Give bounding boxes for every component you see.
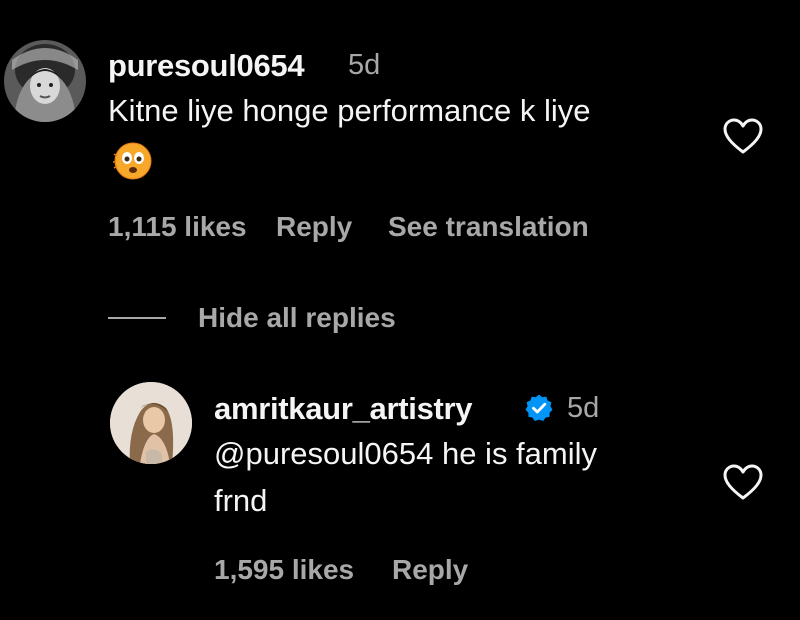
verified-badge-icon bbox=[524, 393, 554, 423]
see-translation-button[interactable]: See translation bbox=[388, 211, 589, 243]
comment-reply-button[interactable]: Reply bbox=[276, 211, 352, 243]
hide-replies-toggle[interactable]: Hide all replies bbox=[108, 298, 396, 338]
reply-text-line-1: @puresoul0654 he is family bbox=[214, 436, 598, 471]
commenter-username[interactable]: puresoul0654 bbox=[108, 48, 305, 84]
hide-replies-label[interactable]: Hide all replies bbox=[198, 302, 396, 334]
shaking-face-emoji bbox=[112, 140, 154, 182]
reply-like-heart-icon[interactable] bbox=[721, 462, 765, 502]
comment-text: Kitne liye honge performance k liye bbox=[108, 93, 591, 128]
replier-username[interactable]: amritkaur_artistry bbox=[214, 391, 473, 427]
comment-likes-count[interactable]: 1,115 likes bbox=[108, 211, 247, 242]
comment-like-heart-icon[interactable] bbox=[721, 116, 765, 156]
commenter-avatar[interactable] bbox=[4, 40, 86, 122]
reply-reply-button[interactable]: Reply bbox=[392, 554, 468, 586]
replier-avatar[interactable] bbox=[110, 382, 192, 464]
replies-divider-line bbox=[108, 317, 166, 319]
comment-timestamp: 5d bbox=[348, 49, 381, 81]
comment-meta: 1,115 likes Reply See translation bbox=[108, 211, 589, 243]
reply-likes-count[interactable]: 1,595 likes bbox=[214, 554, 354, 585]
reply-meta: 1,595 likes Reply bbox=[214, 554, 468, 586]
reply-timestamp: 5d bbox=[567, 392, 600, 424]
reply-text-line-2: frnd bbox=[214, 483, 268, 518]
